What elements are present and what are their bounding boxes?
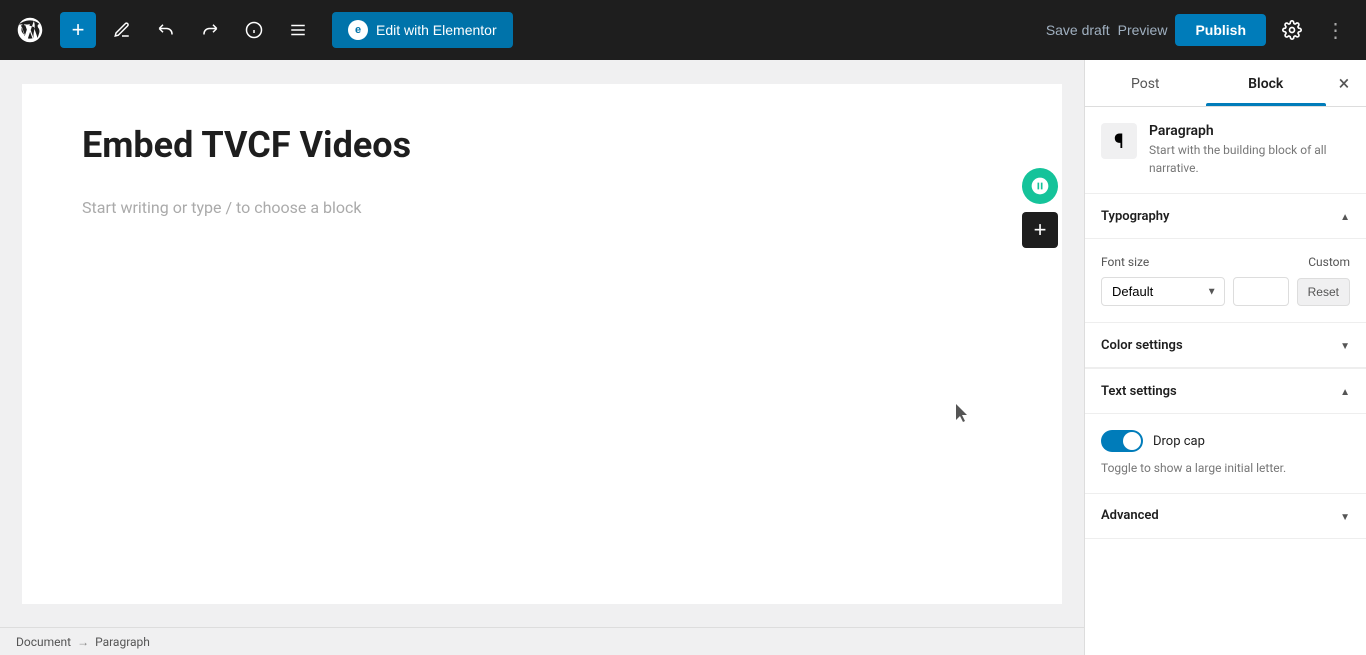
drop-cap-toggle[interactable]: [1101, 430, 1143, 452]
elementor-btn-label: Edit with Elementor: [376, 22, 497, 38]
editor-canvas: Embed TVCF Videos Start writing or type …: [0, 60, 1084, 627]
save-draft-button[interactable]: Save draft: [1046, 22, 1110, 38]
tab-block[interactable]: Block: [1206, 60, 1327, 106]
font-size-labels-row: Font size Custom: [1101, 255, 1350, 269]
block-info: ¶ Paragraph Start with the building bloc…: [1085, 107, 1366, 194]
cursor-pointer: [956, 404, 972, 428]
typography-section-title: Typography: [1101, 209, 1170, 224]
font-size-select-wrapper: Default Small Medium Large Extra Large ▼: [1101, 277, 1225, 306]
grammarly-button[interactable]: [1022, 168, 1058, 204]
typography-section-header[interactable]: Typography: [1085, 194, 1366, 239]
add-block-toolbar-button[interactable]: +: [60, 12, 96, 48]
settings-button[interactable]: [1274, 12, 1310, 48]
text-settings-section: Text settings Drop cap Toggle to show a …: [1085, 369, 1366, 494]
font-size-reset-button[interactable]: Reset: [1297, 278, 1350, 306]
publish-button[interactable]: Publish: [1175, 14, 1266, 46]
undo-button[interactable]: [148, 12, 184, 48]
edit-elementor-button[interactable]: e Edit with Elementor: [332, 12, 513, 48]
status-bar: Document → Paragraph: [0, 627, 1084, 655]
sidebar-tabs: Post Block ×: [1085, 60, 1366, 107]
main-area: Embed TVCF Videos Start writing or type …: [0, 60, 1366, 655]
text-settings-chevron-icon: [1340, 383, 1350, 399]
paragraph-symbol: ¶: [1114, 129, 1124, 153]
drop-cap-label: Drop cap: [1153, 434, 1205, 449]
editor-content: Embed TVCF Videos Start writing or type …: [22, 84, 1062, 604]
breadcrumb-paragraph[interactable]: Paragraph: [95, 635, 150, 649]
advanced-section-header[interactable]: Advanced: [1085, 494, 1366, 539]
pen-tool-button[interactable]: [104, 12, 140, 48]
info-button[interactable]: [236, 12, 272, 48]
sidebar: Post Block × ¶ Paragraph Start with the …: [1084, 60, 1366, 655]
block-type-description: Start with the building block of all nar…: [1149, 141, 1350, 177]
breadcrumb-document[interactable]: Document: [16, 635, 71, 649]
color-settings-chevron-icon: [1340, 337, 1350, 353]
drop-cap-description: Toggle to show a large initial letter.: [1101, 460, 1350, 477]
font-size-select[interactable]: Default Small Medium Large Extra Large: [1101, 277, 1225, 306]
editor-area: Embed TVCF Videos Start writing or type …: [0, 60, 1084, 655]
add-icon: +: [72, 17, 85, 43]
main-toolbar: + e Edit with Elementor Save draft Pre: [0, 0, 1366, 60]
block-type-title: Paragraph: [1149, 123, 1350, 139]
more-options-button[interactable]: ⋮: [1318, 12, 1354, 48]
color-settings-section-header[interactable]: Color settings: [1085, 323, 1366, 368]
paragraph-icon: ¶: [1101, 123, 1137, 159]
close-icon: ×: [1339, 71, 1350, 95]
block-placeholder[interactable]: Start writing or type / to choose a bloc…: [82, 198, 1002, 217]
typography-chevron-icon: [1340, 208, 1350, 224]
breadcrumb-arrow: →: [77, 635, 89, 649]
color-settings-section: Color settings: [1085, 323, 1366, 369]
block-info-text: Paragraph Start with the building block …: [1149, 123, 1350, 177]
font-size-custom-input[interactable]: [1233, 277, 1289, 306]
close-sidebar-button[interactable]: ×: [1326, 65, 1362, 101]
advanced-section-title: Advanced: [1101, 508, 1159, 523]
elementor-icon: e: [348, 20, 368, 40]
typography-content: Font size Custom Default Small Medium La…: [1085, 239, 1366, 323]
custom-label: Custom: [1308, 255, 1350, 269]
font-size-controls: Default Small Medium Large Extra Large ▼…: [1101, 277, 1350, 306]
text-settings-title: Text settings: [1101, 384, 1177, 399]
wp-logo[interactable]: [12, 12, 48, 48]
post-title[interactable]: Embed TVCF Videos: [82, 124, 1002, 166]
preview-button[interactable]: Preview: [1118, 22, 1168, 38]
tab-post[interactable]: Post: [1085, 60, 1206, 106]
toolbar-right: Save draft Preview Publish ⋮: [1046, 12, 1354, 48]
redo-button[interactable]: [192, 12, 228, 48]
font-size-label: Font size: [1101, 255, 1308, 269]
text-settings-content: Drop cap Toggle to show a large initial …: [1085, 414, 1366, 494]
color-settings-title: Color settings: [1101, 338, 1183, 353]
add-block-inline-button[interactable]: +: [1022, 212, 1058, 248]
drop-cap-row: Drop cap: [1101, 430, 1350, 452]
tools-button[interactable]: [280, 12, 316, 48]
advanced-chevron-icon: [1340, 508, 1350, 524]
text-settings-section-header[interactable]: Text settings: [1085, 369, 1366, 414]
